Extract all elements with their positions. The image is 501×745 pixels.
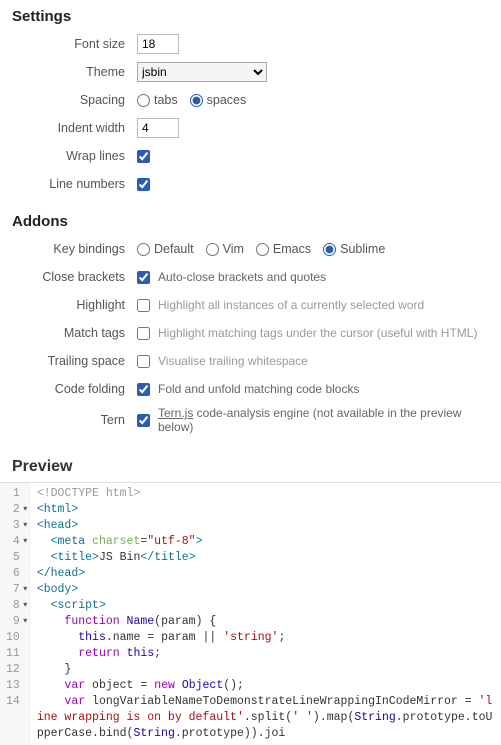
fold-icon[interactable]: ▾: [22, 502, 29, 518]
close-brackets-desc: Auto-close brackets and quotes: [154, 270, 326, 284]
keybinding-default-label: Default: [154, 242, 194, 256]
line-number: 2▾: [6, 502, 29, 518]
code-content[interactable]: <!DOCTYPE html><html><head> <meta charse…: [31, 483, 501, 745]
trailing-checkbox[interactable]: [137, 355, 150, 368]
indent-label: Indent width: [12, 121, 137, 135]
spacing-tabs-radio[interactable]: [137, 94, 150, 107]
keybinding-default-radio[interactable]: [137, 243, 150, 256]
match-tags-checkbox[interactable]: [137, 327, 150, 340]
line-number: 8▾: [6, 598, 29, 614]
theme-select[interactable]: jsbin: [137, 62, 267, 82]
addons-heading: Addons: [12, 213, 489, 230]
fold-icon[interactable]: ▾: [22, 614, 29, 630]
tern-link[interactable]: Tern.js: [158, 406, 193, 420]
settings-section: Settings Font size Theme jsbin Spacing t…: [0, 0, 501, 205]
line-number: 6: [6, 566, 29, 582]
keybinding-sublime-radio[interactable]: [323, 243, 336, 256]
keybinding-emacs-radio[interactable]: [256, 243, 269, 256]
font-size-input[interactable]: [137, 34, 179, 54]
match-tags-label: Match tags: [12, 326, 137, 340]
spacing-tabs-label: tabs: [154, 93, 178, 107]
folding-checkbox[interactable]: [137, 383, 150, 396]
highlight-label: Highlight: [12, 298, 137, 312]
spacing-spaces-radio[interactable]: [190, 94, 203, 107]
close-brackets-label: Close brackets: [12, 270, 137, 284]
tern-checkbox[interactable]: [137, 414, 150, 427]
close-brackets-checkbox[interactable]: [137, 271, 150, 284]
trailing-label: Trailing space: [12, 354, 137, 368]
indent-input[interactable]: [137, 118, 179, 138]
line-number: 4▾: [6, 534, 29, 550]
highlight-desc: Highlight all instances of a currently s…: [154, 298, 424, 312]
wrap-label: Wrap lines: [12, 149, 137, 163]
keybinding-sublime-label: Sublime: [340, 242, 385, 256]
code-editor[interactable]: 12▾3▾4▾567▾8▾9▾1011121314 <!DOCTYPE html…: [0, 482, 501, 745]
line-number: 11: [6, 646, 29, 662]
folding-label: Code folding: [12, 382, 137, 396]
highlight-checkbox[interactable]: [137, 299, 150, 312]
folding-desc: Fold and unfold matching code blocks: [154, 382, 359, 396]
wrap-checkbox[interactable]: [137, 150, 150, 163]
line-number: 1: [6, 486, 29, 502]
theme-label: Theme: [12, 65, 137, 79]
tern-label: Tern: [12, 413, 137, 427]
match-tags-desc: Highlight matching tags under the cursor…: [154, 326, 477, 340]
line-number: 14: [6, 694, 29, 710]
linenum-checkbox[interactable]: [137, 178, 150, 191]
preview-section: Preview 12▾3▾4▾567▾8▾9▾1011121314 <!DOCT…: [0, 452, 501, 745]
line-number: 7▾: [6, 582, 29, 598]
line-number: 12: [6, 662, 29, 678]
keybinding-vim-label: Vim: [223, 242, 244, 256]
line-number: 3▾: [6, 518, 29, 534]
spacing-spaces-label: spaces: [207, 93, 247, 107]
fold-icon[interactable]: ▾: [22, 534, 29, 550]
keybinding-vim-radio[interactable]: [206, 243, 219, 256]
trailing-desc: Visualise trailing whitespace: [154, 354, 308, 368]
preview-heading: Preview: [0, 452, 501, 482]
line-number: 9▾: [6, 614, 29, 630]
spacing-label: Spacing: [12, 93, 137, 107]
tern-desc: Tern.js code-analysis engine (not availa…: [154, 406, 489, 434]
line-number: 10: [6, 630, 29, 646]
addons-section: Addons Key bindings Default Vim Emacs Subli…: [0, 205, 501, 444]
line-gutter: 12▾3▾4▾567▾8▾9▾1011121314: [0, 483, 31, 745]
line-number: 5: [6, 550, 29, 566]
line-number: 13: [6, 678, 29, 694]
settings-heading: Settings: [12, 8, 489, 25]
fold-icon[interactable]: ▾: [22, 518, 29, 534]
font-size-label: Font size: [12, 37, 137, 51]
linenum-label: Line numbers: [12, 177, 137, 191]
keybindings-label: Key bindings: [12, 242, 137, 256]
fold-icon[interactable]: ▾: [22, 582, 29, 598]
keybinding-emacs-label: Emacs: [273, 242, 311, 256]
fold-icon[interactable]: ▾: [22, 598, 29, 614]
